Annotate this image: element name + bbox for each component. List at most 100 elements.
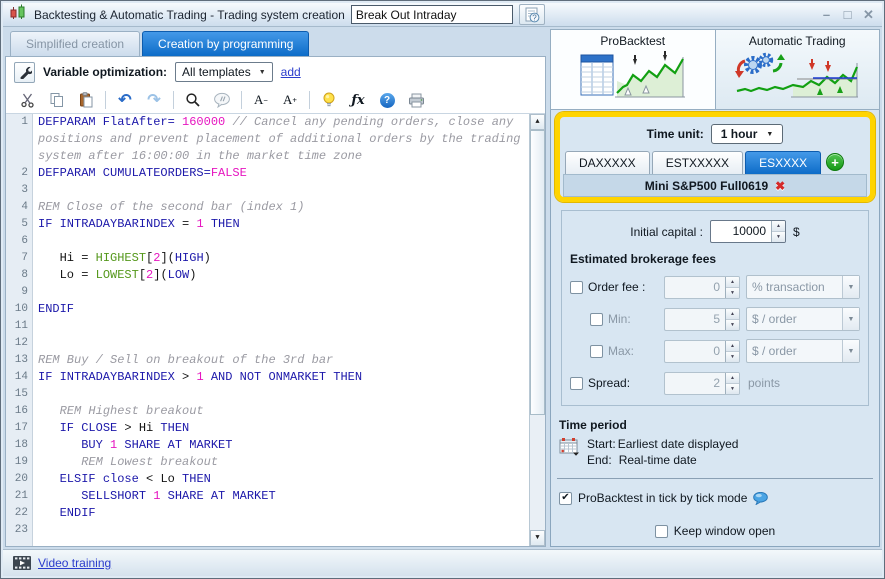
paste-button[interactable] <box>76 90 96 110</box>
add-instrument-button[interactable] <box>826 153 844 171</box>
suggestion-button[interactable] <box>319 90 339 110</box>
instrument-tab-daxxxxx[interactable]: DAXXXXX <box>565 151 650 174</box>
tick-mode-checkbox[interactable] <box>559 492 572 505</box>
code-line-text[interactable]: DEFPARAM CUMULATEORDERS=FALSE <box>33 165 529 182</box>
code-editor[interactable]: 1DEFPARAM FlatAfter= 160000 // Cancel an… <box>6 114 545 546</box>
tab-simplified-creation[interactable]: Simplified creation <box>10 31 140 56</box>
minimize-button[interactable]: – <box>818 7 835 22</box>
code-line-text[interactable]: IF INTRADAYBARINDEX > 1 AND NOT ONMARKET… <box>33 369 529 386</box>
fee-value-spinner[interactable]: 0 <box>664 340 740 363</box>
line-number: 6 <box>6 233 33 250</box>
close-button[interactable]: ✕ <box>860 7 877 23</box>
instrument-tab-esxxxx[interactable]: ESXXXX <box>745 151 821 174</box>
fee-checkbox[interactable] <box>570 281 583 294</box>
system-help-button[interactable]: ? <box>519 4 545 25</box>
code-line-text[interactable]: IF CLOSE > Hi THEN <box>33 420 529 437</box>
code-line-text[interactable]: ENDIF <box>33 505 529 522</box>
code-line: 23 <box>6 522 529 539</box>
code-line-text[interactable]: ELSIF close < Lo THEN <box>33 471 529 488</box>
code-line-text[interactable] <box>33 335 529 352</box>
fee-unit-select[interactable]: $ / order <box>746 307 860 331</box>
fee-value-spinner[interactable]: 5 <box>664 308 740 331</box>
speech-bubble-icon[interactable] <box>753 492 768 505</box>
video-training-link[interactable]: Video training <box>38 556 111 570</box>
spin-down-button[interactable] <box>726 384 739 394</box>
templates-select[interactable]: All templates <box>175 62 273 82</box>
tab-automatic-trading[interactable]: Automatic Trading <box>716 29 881 110</box>
initial-capital-value[interactable]: 10000 <box>711 221 771 242</box>
fee-checkbox[interactable] <box>590 313 603 326</box>
insert-function-button[interactable]: ƒx <box>348 90 368 110</box>
toolbar-separator <box>241 91 242 109</box>
spin-up-button[interactable] <box>772 221 785 232</box>
fee-checkbox[interactable] <box>590 345 603 358</box>
remove-instrument-button[interactable] <box>775 179 785 193</box>
calendar-icon[interactable] <box>559 437 580 456</box>
comment-bubble-icon <box>213 92 231 108</box>
code-area[interactable]: 1DEFPARAM FlatAfter= 160000 // Cancel an… <box>6 114 529 546</box>
spin-down-button[interactable] <box>772 232 785 242</box>
code-line-text[interactable]: REM Highest breakout <box>33 403 529 420</box>
bottom-bar: Video training <box>3 549 882 576</box>
comment-button[interactable] <box>212 90 232 110</box>
fee-unit-select[interactable]: $ / order <box>746 339 860 363</box>
cut-button[interactable] <box>18 90 38 110</box>
keep-window-checkbox[interactable] <box>655 525 668 538</box>
spin-down-button[interactable] <box>726 320 739 330</box>
print-button[interactable] <box>406 90 426 110</box>
search-button[interactable] <box>183 90 203 110</box>
code-line-text[interactable]: SELLSHORT 1 SHARE AT MARKET <box>33 488 529 505</box>
fee-checkbox[interactable] <box>570 377 583 390</box>
fee-value-spinner[interactable]: 2 <box>664 372 740 395</box>
code-line-text[interactable] <box>33 182 529 199</box>
fee-unit-select[interactable]: % transaction <box>746 275 860 299</box>
scroll-down-arrow[interactable]: ▼ <box>530 530 545 546</box>
code-line-text[interactable] <box>33 233 529 250</box>
editor-scrollbar[interactable]: ▲ ▼ <box>529 114 545 546</box>
time-unit-dropdown[interactable]: 1 hour <box>711 124 784 144</box>
code-line-text[interactable] <box>33 318 529 335</box>
scissors-icon <box>20 92 36 108</box>
instrument-tab-estxxxxx[interactable]: ESTXXXXX <box>652 151 743 174</box>
optimization-wrench-button[interactable] <box>14 62 35 83</box>
system-name-input[interactable] <box>351 5 513 24</box>
spin-down-button[interactable] <box>726 352 739 362</box>
increase-font-button[interactable]: A+ <box>280 90 300 110</box>
scroll-up-arrow[interactable]: ▲ <box>530 114 545 130</box>
fee-unit-value: $ / order <box>747 312 842 326</box>
initial-capital-spinner[interactable]: 10000 <box>710 220 786 243</box>
redo-button[interactable]: ↷ <box>144 90 164 110</box>
code-line-text[interactable] <box>33 386 529 403</box>
code-line-text[interactable]: Lo = LOWEST[2](LOW) <box>33 267 529 284</box>
spin-up-button[interactable] <box>726 341 739 352</box>
code-line-text[interactable]: Hi = HIGHEST[2](HIGH) <box>33 250 529 267</box>
add-template-link[interactable]: add <box>281 65 301 79</box>
code-line-text[interactable]: REM Buy / Sell on breakout of the 3rd ba… <box>33 352 529 369</box>
code-line-text[interactable]: ENDIF <box>33 301 529 318</box>
code-filler-area[interactable] <box>33 539 529 546</box>
scrollbar-thumb[interactable] <box>530 130 545 415</box>
code-line-text[interactable] <box>33 522 529 539</box>
decrease-font-button[interactable]: A− <box>251 90 271 110</box>
toolbar-separator <box>173 91 174 109</box>
scrollbar-track[interactable] <box>530 415 545 530</box>
code-line-text[interactable]: DEFPARAM FlatAfter= 160000 // Cancel any… <box>33 114 529 165</box>
tab-creation-by-programming[interactable]: Creation by programming <box>142 31 309 56</box>
code-line-text[interactable] <box>33 284 529 301</box>
spin-up-button[interactable] <box>726 309 739 320</box>
code-line-text[interactable]: BUY 1 SHARE AT MARKET <box>33 437 529 454</box>
help-button[interactable]: ? <box>377 90 397 110</box>
tab-probacktest[interactable]: ProBacktest <box>550 29 716 110</box>
copy-button[interactable] <box>47 90 67 110</box>
code-line-text[interactable]: IF INTRADAYBARINDEX = 1 THEN <box>33 216 529 233</box>
spin-up-button[interactable] <box>726 277 739 288</box>
maximize-button[interactable]: □ <box>839 7 856 22</box>
code-line-text[interactable]: REM Lowest breakout <box>33 454 529 471</box>
fee-value-spinner[interactable]: 0 <box>664 276 740 299</box>
code-line-text[interactable]: REM Close of the second bar (index 1) <box>33 199 529 216</box>
undo-button[interactable]: ↶ <box>115 90 135 110</box>
spin-down-button[interactable] <box>726 288 739 298</box>
toolbar-separator <box>309 91 310 109</box>
spin-up-button[interactable] <box>726 373 739 384</box>
paste-clipboard-icon <box>78 92 94 108</box>
